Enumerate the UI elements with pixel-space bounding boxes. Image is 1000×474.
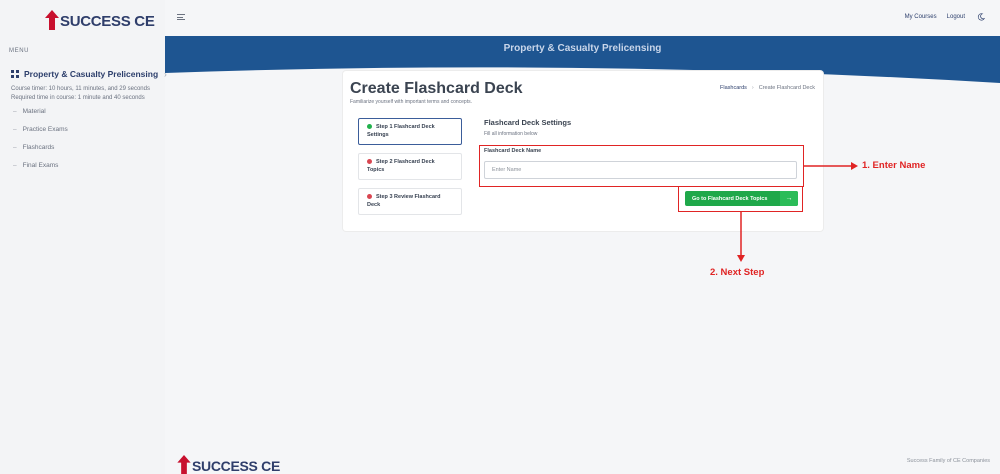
- sidebar-item-final-exams[interactable]: – Final Exams: [13, 162, 58, 169]
- sidebar-course-link[interactable]: Property & Casualty Prelicensing ›: [11, 69, 167, 79]
- step-label: Step 3 Review Flashcard Deck: [367, 194, 441, 208]
- dash-icon: –: [13, 162, 17, 169]
- logout-link[interactable]: Logout: [947, 14, 965, 20]
- breadcrumb-current: Create Flashcard Deck: [758, 85, 815, 91]
- sidebar-item-flashcards[interactable]: – Flashcards: [13, 144, 54, 151]
- brand-logo[interactable]: SUCCESS CE: [45, 8, 155, 30]
- check-circle-icon: [367, 123, 372, 129]
- sidebar: SUCCESS CE MENU Property & Casualty Prel…: [0, 0, 167, 474]
- footer-logo[interactable]: SUCCESS CE: [177, 455, 280, 474]
- step-1-deck-settings[interactable]: Step 1 Flashcard Deck Settings: [358, 118, 462, 145]
- dash-icon: –: [13, 108, 17, 115]
- sidebar-item-label: Final Exams: [22, 162, 59, 169]
- sidebar-item-label: Practice Exams: [22, 126, 68, 133]
- logo-house-icon: [45, 10, 59, 30]
- page-title: Create Flashcard Deck: [350, 80, 523, 97]
- course-title: Property & Casualty Prelicensing: [24, 69, 159, 79]
- step-2-deck-topics[interactable]: Step 2 Flashcard Deck Topics: [358, 153, 462, 180]
- breadcrumb-separator-icon: ›: [751, 85, 754, 91]
- step-3-review-deck[interactable]: Step 3 Review Flashcard Deck: [358, 188, 462, 215]
- step-label: Step 1 Flashcard Deck Settings: [367, 124, 435, 138]
- course-timer: Course timer: 10 hours, 11 minutes, and …: [11, 86, 150, 92]
- sidebar-item-label: Flashcards: [22, 144, 55, 151]
- step-label: Step 2 Flashcard Deck Topics: [367, 159, 435, 173]
- sidebar-item-practice-exams[interactable]: – Practice Exams: [13, 126, 68, 133]
- brand-name: SUCCESS CE: [60, 13, 155, 30]
- dash-icon: –: [13, 144, 17, 151]
- breadcrumb-flashcards-link[interactable]: Flashcards: [720, 85, 747, 91]
- hamburger-menu-icon[interactable]: [177, 14, 185, 20]
- breadcrumb: Flashcards › Create Flashcard Deck: [720, 85, 815, 91]
- page-subtitle: Familiarize yourself with important term…: [350, 99, 472, 105]
- annotation-enter-name: 1. Enter Name: [862, 160, 926, 171]
- error-circle-icon: [367, 193, 372, 199]
- footer-text: Success Family of CE Companies: [906, 458, 990, 464]
- error-circle-icon: [367, 158, 372, 164]
- moon-icon[interactable]: [977, 13, 985, 21]
- banner-title: Property & Casualty Prelicensing: [503, 43, 662, 54]
- section-subtitle: Fill all information below: [484, 131, 538, 137]
- sidebar-item-label: Material: [22, 108, 46, 115]
- sidebar-item-material[interactable]: – Material: [13, 108, 46, 115]
- my-courses-link[interactable]: My Courses: [905, 14, 937, 20]
- footer: [165, 450, 1000, 474]
- brand-name: SUCCESS CE: [192, 458, 281, 474]
- section-title: Flashcard Deck Settings: [484, 118, 572, 127]
- dash-icon: –: [13, 126, 17, 133]
- annotation-box-button: [678, 186, 803, 212]
- annotation-next-step: 2. Next Step: [710, 267, 765, 278]
- top-nav: My Courses Logout: [895, 13, 985, 21]
- menu-label: MENU: [9, 48, 30, 54]
- grid-icon: [11, 70, 19, 78]
- logo-house-icon: [177, 455, 191, 474]
- annotation-box-name: [479, 145, 804, 187]
- required-time: Required time in course: 1 minute and 40…: [11, 95, 145, 101]
